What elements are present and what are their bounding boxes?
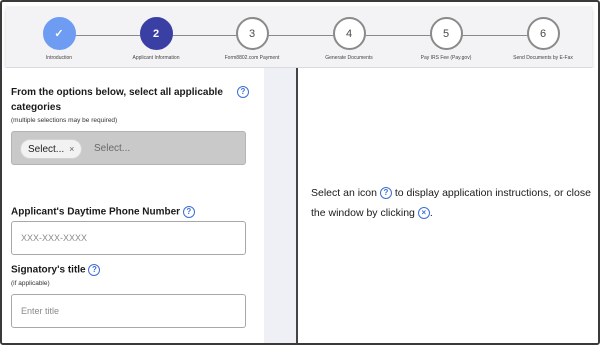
phone-label: Applicant's Daytime Phone Number ? — [11, 206, 195, 218]
selected-chip[interactable]: Select... × — [20, 139, 83, 159]
categories-help-icon[interactable]: ? — [237, 86, 249, 98]
progress-stepper: ✓ Introduction 2 Applicant Information 3… — [6, 6, 592, 68]
application-window: ✓ Introduction 2 Applicant Information 3… — [0, 0, 600, 345]
step-payment[interactable]: 3 Form8802.com Payment — [204, 17, 300, 61]
step-5-circle: 5 — [429, 17, 463, 50]
step-3-label: Form8802.com Payment — [224, 55, 280, 61]
signatory-label-text: Signatory's title — [11, 264, 86, 276]
step-generate-documents[interactable]: 4 Generate Documents — [301, 17, 397, 61]
phone-label-text: Applicant's Daytime Phone Number — [11, 206, 181, 218]
form-panel-gutter — [264, 68, 296, 343]
signatory-title-input[interactable] — [11, 294, 246, 328]
close-icon[interactable]: × — [417, 207, 430, 220]
chip-remove-icon[interactable]: × — [69, 144, 74, 154]
signatory-subtitle: (if applicable) — [11, 280, 50, 287]
phone-help-icon[interactable]: ? — [182, 206, 195, 218]
instructions-text: Select an icon ? to display application … — [311, 183, 598, 223]
instructions-help-icon: ? — [379, 187, 392, 200]
instructions-part3: . — [429, 207, 433, 219]
step-4-circle: 4 — [332, 17, 366, 50]
categories-subtitle: (multiple selections may be required) — [11, 117, 118, 124]
step-3-circle: 3 — [235, 17, 269, 50]
step-applicant-information[interactable]: 2 Applicant Information — [108, 17, 204, 61]
step-1-label: Introduction — [45, 55, 73, 61]
step-send-documents[interactable]: 6 Send Documents by E-Fax — [495, 17, 591, 61]
categories-multiselect[interactable]: Select... × Select... — [11, 131, 246, 165]
step-pay-irs-fee[interactable]: 5 Pay IRS Fee (Pay.gov) — [398, 17, 494, 61]
phone-input[interactable] — [11, 221, 246, 255]
signatory-help-icon[interactable]: ? — [88, 264, 101, 276]
step-1-check-icon: ✓ — [42, 17, 76, 50]
step-5-label: Pay IRS Fee (Pay.gov) — [420, 55, 472, 61]
instructions-part1: Select an icon — [311, 187, 377, 199]
signatory-label: Signatory's title ? — [11, 264, 101, 276]
categories-question: From the options below, select all appli… — [11, 87, 223, 113]
step-2-circle: 2 — [139, 17, 173, 50]
step-2-label: Applicant Information — [132, 55, 180, 61]
categories-placeholder: Select... — [94, 143, 131, 154]
step-4-label: Generate Documents — [325, 55, 373, 61]
selected-chip-label: Select... — [28, 143, 65, 155]
step-6-circle: 6 — [526, 17, 560, 50]
step-6-label: Send Documents by E-Fax — [513, 55, 573, 61]
step-introduction[interactable]: ✓ Introduction — [11, 17, 107, 61]
